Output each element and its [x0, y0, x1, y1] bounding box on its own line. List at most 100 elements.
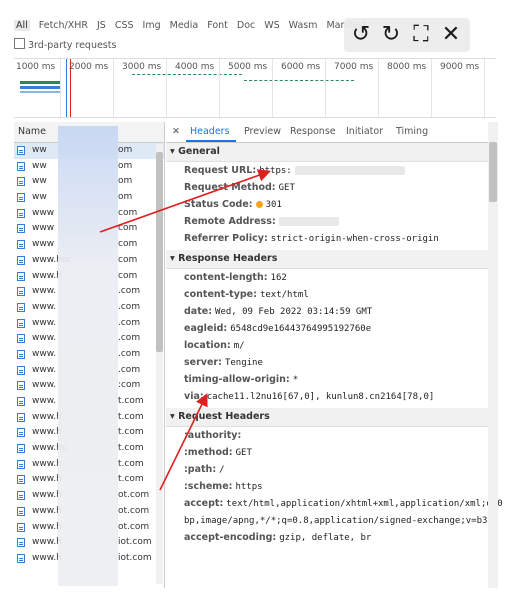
- remote-address-row: Remote Address:: [166, 213, 496, 230]
- header-key: accept-encoding:: [184, 532, 277, 543]
- header-value: Tengine: [224, 358, 263, 368]
- header-row: :path: /: [166, 461, 496, 478]
- header-row: date: Wed, 09 Feb 2022 03:14:59 GMT: [166, 303, 496, 320]
- document-icon: [17, 161, 25, 171]
- document-icon: [17, 397, 25, 406]
- request-name-prefix: www.: [32, 364, 57, 375]
- header-value: *: [292, 375, 299, 385]
- filter-type-js[interactable]: JS: [97, 20, 106, 31]
- waterfall-overview[interactable]: 1000 ms 2000 ms 3000 ms 4000 ms 5000 ms 6000 …: [14, 58, 496, 118]
- timeline-tick-label: 5000 ms: [228, 62, 268, 72]
- request-name-suffix: .com: [118, 301, 141, 312]
- request-list-scrollbar[interactable]: [156, 144, 163, 584]
- timeline-tick-label: 4000 ms: [175, 62, 215, 72]
- request-name-suffix: ot.com: [118, 490, 150, 501]
- scrollbar-thumb[interactable]: [489, 142, 497, 202]
- filter-type-media[interactable]: Media: [170, 20, 199, 31]
- request-name-suffix: .com: [118, 348, 141, 359]
- details-scrollbar[interactable]: [488, 122, 498, 588]
- filter-type-all[interactable]: All: [14, 20, 30, 31]
- request-name-suffix: com: [118, 254, 138, 265]
- filter-type-img[interactable]: Img: [143, 20, 161, 31]
- request-name-prefix: ww: [32, 192, 47, 203]
- request-name-suffix: ot.com: [118, 521, 150, 532]
- third-party-checkbox[interactable]: [14, 38, 25, 49]
- header-value: gzip, deflate, br: [279, 533, 372, 543]
- third-party-filter[interactable]: 3rd-party requests: [14, 38, 116, 51]
- filter-type-css[interactable]: CSS: [115, 20, 134, 31]
- filter-type-font[interactable]: Font: [207, 20, 228, 31]
- referrer-policy-row: Referrer Policy: strict-origin-when-cros…: [166, 230, 496, 247]
- request-name-prefix: www: [32, 207, 55, 218]
- dom-content-loaded-line: [66, 59, 67, 117]
- request-name-prefix: www.: [32, 380, 57, 391]
- filter-type-fetch-xhr[interactable]: Fetch/XHR: [39, 20, 88, 31]
- document-icon: [17, 240, 25, 250]
- header-row: via: cache11.l2nu16[67,0], kunlun8.cn216…: [166, 388, 496, 405]
- request-name-prefix: ww: [32, 160, 47, 171]
- request-headers-list: :authority: :method: GET:path: /:scheme:…: [166, 427, 503, 546]
- header-key: location:: [184, 340, 231, 351]
- third-party-label: 3rd-party requests: [28, 40, 117, 51]
- tab-headers[interactable]: Headers: [190, 126, 230, 137]
- document-icon: [17, 381, 25, 391]
- tab-response[interactable]: Response: [290, 126, 336, 137]
- header-row: server: Tengine: [166, 354, 496, 371]
- general-title: General: [178, 146, 220, 157]
- filter-type-doc[interactable]: Doc: [237, 20, 255, 31]
- referrer-policy-key: Referrer Policy:: [184, 233, 268, 244]
- document-icon: [17, 287, 25, 297]
- header-key: :path:: [184, 464, 217, 475]
- request-name-prefix: www.: [32, 348, 57, 359]
- timeline-gridline: [219, 59, 220, 117]
- undo-icon[interactable]: ↺: [348, 22, 374, 48]
- filter-type-ws[interactable]: WS: [264, 20, 279, 31]
- fullscreen-icon[interactable]: ⛶: [408, 22, 434, 48]
- header-value: bp,image/apng,*/*;q=0.8,application/sign…: [184, 516, 499, 526]
- document-icon: [17, 491, 25, 501]
- request-name-suffix: com: [118, 239, 138, 250]
- redo-icon[interactable]: ↻: [378, 22, 404, 48]
- document-icon: [17, 459, 25, 469]
- header-value: m/: [233, 341, 245, 351]
- filter-type-wasm[interactable]: Wasm: [289, 20, 318, 31]
- tab-preview[interactable]: Preview: [244, 126, 281, 137]
- scrollbar-thumb[interactable]: [156, 152, 163, 352]
- request-name-prefix: www.: [32, 301, 57, 312]
- timeline-bar: [20, 91, 60, 93]
- timeline-gridline: [272, 59, 273, 117]
- header-value: /: [219, 465, 225, 475]
- request-name-suffix: t.com: [118, 411, 144, 422]
- response-headers-list: content-length: 162 content-type: text/ht…: [166, 269, 496, 405]
- status-code-row: Status Code: 301: [166, 196, 496, 213]
- timeline-bar: [20, 81, 60, 84]
- request-name-suffix: t.com: [118, 427, 144, 438]
- request-name-suffix: :com: [118, 380, 141, 391]
- header-key: content-type:: [184, 289, 257, 300]
- general-section-header[interactable]: ▾ General: [166, 143, 496, 162]
- document-icon: [17, 255, 25, 265]
- request-headers-title: Request Headers: [178, 411, 270, 422]
- header-key: :authority:: [184, 430, 242, 441]
- request-url-row: Request URL: https:: [166, 162, 496, 179]
- timeline-gridline: [325, 59, 326, 117]
- header-key: eagleid:: [184, 323, 228, 334]
- request-name-suffix: om: [118, 176, 133, 187]
- timeline-gridline: [431, 59, 432, 117]
- close-icon[interactable]: ✕: [438, 22, 464, 48]
- tab-initiator[interactable]: Initiator: [346, 126, 383, 137]
- request-name-suffix: ot.com: [118, 505, 150, 516]
- request-method-value: GET: [278, 183, 295, 193]
- header-row: :method: GET: [166, 444, 496, 461]
- timeline-gridline: [60, 59, 61, 117]
- close-details-icon[interactable]: ✕: [172, 126, 180, 137]
- request-name-prefix: ww: [32, 176, 47, 187]
- request-name-prefix: www.: [32, 396, 57, 406]
- header-value: cache11.l2nu16[67,0], kunlun8.cn2164[78,…: [206, 392, 435, 402]
- request-name-prefix: ww: [32, 145, 47, 155]
- response-headers-section-header[interactable]: ▾ Response Headers: [166, 250, 496, 269]
- request-headers-section-header[interactable]: ▾ Request Headers: [166, 408, 496, 427]
- document-icon: [17, 538, 25, 548]
- tab-timing[interactable]: Timing: [396, 126, 428, 137]
- request-url-key: Request URL:: [184, 165, 257, 176]
